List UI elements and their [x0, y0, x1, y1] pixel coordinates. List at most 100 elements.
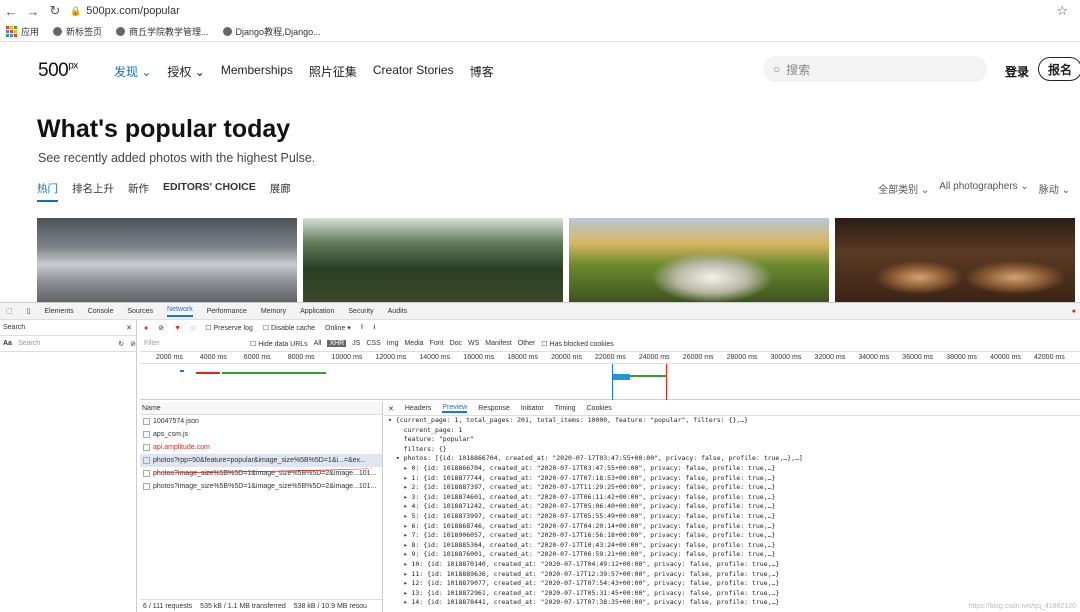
json-preview-line[interactable]: ▾ {current_page: 1, total_pages: 201, to… [384, 416, 1080, 426]
network-timeline[interactable]: 2000 ms 4000 ms 6000 ms 8000 ms 10000 ms 1200… [140, 352, 1080, 400]
search-icon[interactable]: ○ [191, 325, 195, 332]
json-preview-line[interactable]: current_page: 1 [384, 426, 1080, 436]
tab-editors-choice[interactable]: EDITORS' CHOICE [163, 181, 256, 202]
type-other[interactable]: Other [518, 340, 536, 347]
tab-sources[interactable]: Sources [127, 308, 153, 315]
tab-preview[interactable]: Preview [442, 404, 468, 413]
bookmark-apps[interactable]: 应用 [6, 25, 39, 38]
clear-log-icon[interactable]: ⊘ [158, 324, 164, 332]
json-preview-line[interactable]: ▸ 13: {id: 1018872961, created_at: "2020… [384, 589, 1080, 599]
json-preview-line[interactable]: ▸ 7: {id: 1018906057, created_at: "2020-… [384, 531, 1080, 541]
tab-fresh[interactable]: 新作 [128, 181, 149, 202]
type-xhr[interactable]: XHR [327, 340, 347, 347]
nav-license[interactable]: 授权 ⌄ [167, 63, 204, 80]
tab-upcoming[interactable]: 排名上升 [72, 181, 114, 202]
name-column-header[interactable]: Name [140, 402, 382, 415]
tab-security[interactable]: Security [348, 308, 373, 315]
json-preview-line[interactable]: ▸ 5: {id: 1018873997, created_at: "2020-… [384, 512, 1080, 522]
match-case-toggle[interactable]: Aa [3, 340, 12, 347]
refresh-icon[interactable]: ↻ [118, 340, 124, 348]
json-preview-line[interactable]: ▸ 2: {id: 1018887397, created_at: "2020-… [384, 483, 1080, 493]
inspect-icon[interactable]: ⬚ [6, 307, 13, 315]
type-doc[interactable]: Doc [450, 340, 462, 347]
type-font[interactable]: Font [430, 340, 444, 347]
json-preview-line[interactable]: ▾ photos: [{id: 1018866704, created_at: … [384, 454, 1080, 464]
type-css[interactable]: CSS [366, 340, 380, 347]
tab-console[interactable]: Console [88, 308, 114, 315]
json-preview-line[interactable]: ▸ 1: {id: 1018877744, created_at: "2020-… [384, 474, 1080, 484]
disable-cache-checkbox[interactable]: ☐ Disable cache [263, 324, 315, 332]
network-filter-input[interactable]: Filter [144, 340, 244, 347]
tab-response[interactable]: Response [478, 405, 510, 412]
json-preview-line[interactable]: ▸ 11: {id: 1018889636, created_at: "2020… [384, 570, 1080, 580]
url-field[interactable]: 🔒 500px.com/popular [70, 5, 180, 17]
json-preview-line[interactable]: feature: "popular" [384, 435, 1080, 445]
type-js[interactable]: JS [352, 340, 360, 347]
json-preview-line[interactable]: ▸ 3: {id: 1018874601, created_at: "2020-… [384, 493, 1080, 503]
filter-pulse[interactable]: 脉动 ⌄ [1039, 181, 1070, 196]
type-all[interactable]: All [314, 340, 322, 347]
import-icon[interactable]: ⭱ [361, 323, 363, 334]
photo-thumbnail[interactable] [569, 218, 829, 303]
nav-quests[interactable]: 照片征集 [309, 63, 357, 80]
tab-memory[interactable]: Memory [261, 308, 286, 315]
tab-headers[interactable]: Headers [405, 405, 431, 412]
devtools-search-input[interactable]: Search [18, 340, 112, 347]
json-preview-line[interactable]: ▸ 10: {id: 1018870140, created_at: "2020… [384, 560, 1080, 570]
tab-galleries[interactable]: 展廊 [270, 181, 291, 202]
tab-initiator[interactable]: Initiator [521, 405, 544, 412]
json-preview-line[interactable]: ▸ 12: {id: 1018879077, created_at: "2020… [384, 579, 1080, 589]
close-icon[interactable]: ✕ [126, 324, 132, 332]
request-row[interactable]: photos?rpp=50&feature=popular&image_size… [140, 454, 382, 467]
type-img[interactable]: Img [387, 340, 399, 347]
throttle-select[interactable]: Online ▾ [325, 324, 351, 332]
request-row[interactable]: 10047574.json [140, 415, 382, 428]
filter-category[interactable]: 全部类别 ⌄ [878, 181, 929, 196]
bookmark-newtab[interactable]: 新标签页 [53, 25, 102, 38]
close-icon[interactable]: ✕ [388, 405, 394, 413]
nav-memberships[interactable]: Memberships [221, 63, 293, 80]
type-media[interactable]: Media [404, 340, 423, 347]
json-preview-line[interactable]: ▸ 9: {id: 1018876001, created_at: "2020-… [384, 550, 1080, 560]
nav-creator-stories[interactable]: Creator Stories [373, 63, 454, 80]
json-preview-line[interactable]: ▸ 0: {id: 1018866704, created_at: "2020-… [384, 464, 1080, 474]
filter-icon[interactable]: ▼ [174, 325, 181, 332]
tab-elements[interactable]: Elements [44, 308, 73, 315]
json-preview-line[interactable]: ▸ 8: {id: 1018885364, created_at: "2020-… [384, 541, 1080, 551]
reload-icon[interactable]: ↻ [44, 3, 66, 19]
json-preview-line[interactable]: ▸ 6: {id: 1018868746, created_at: "2020-… [384, 522, 1080, 532]
bookmark-school[interactable]: 商丘学院教学管理... [116, 25, 209, 38]
search-input[interactable]: ○ 搜索 [763, 56, 987, 82]
photo-thumbnail[interactable] [303, 218, 563, 303]
login-link[interactable]: 登录 [1005, 63, 1029, 80]
nav-blog[interactable]: 博客 [470, 63, 494, 80]
forward-icon[interactable]: → [22, 4, 44, 19]
request-row[interactable]: aps_csm.js [140, 428, 382, 441]
back-icon[interactable]: ← [0, 4, 22, 19]
photo-thumbnail[interactable] [37, 218, 297, 303]
photo-thumbnail[interactable] [835, 218, 1075, 303]
request-row[interactable]: photos?image_size%5B%5D=1&image_size%5B%… [140, 480, 382, 493]
blocked-cookies-checkbox[interactable]: ☐ Has blocked cookies [541, 340, 613, 348]
type-manifest[interactable]: Manifest [485, 340, 511, 347]
bookmark-star-icon[interactable]: ☆ [1056, 3, 1068, 19]
tab-performance[interactable]: Performance [207, 308, 247, 315]
device-toggle-icon[interactable]: ▯ [27, 307, 31, 315]
bookmark-django[interactable]: Django教程,Django... [222, 25, 321, 38]
preserve-log-checkbox[interactable]: ☐ Preserve log [205, 324, 253, 332]
logo[interactable]: 500px [38, 60, 78, 82]
request-row[interactable]: api.amplitude.com [140, 441, 382, 454]
tab-network[interactable]: Network [167, 306, 193, 317]
json-preview-line[interactable]: ▸ 4: {id: 1018871242, created_at: "2020-… [384, 502, 1080, 512]
json-preview-line[interactable]: filters: {} [384, 445, 1080, 455]
tab-application[interactable]: Application [300, 308, 334, 315]
tab-popular[interactable]: 热门 [37, 181, 58, 202]
nav-discover[interactable]: 发现 ⌄ [114, 63, 151, 80]
hide-data-urls-checkbox[interactable]: ☐ Hide data URLs [250, 340, 308, 348]
tab-timing[interactable]: Timing [555, 405, 576, 412]
record-icon[interactable]: ● [144, 325, 148, 332]
export-icon[interactable]: ⭳ [373, 323, 375, 334]
clear-icon[interactable]: ⊘ [130, 340, 136, 348]
filter-photographers[interactable]: All photographers ⌄ [939, 181, 1029, 196]
tab-cookies[interactable]: Cookies [587, 405, 612, 412]
